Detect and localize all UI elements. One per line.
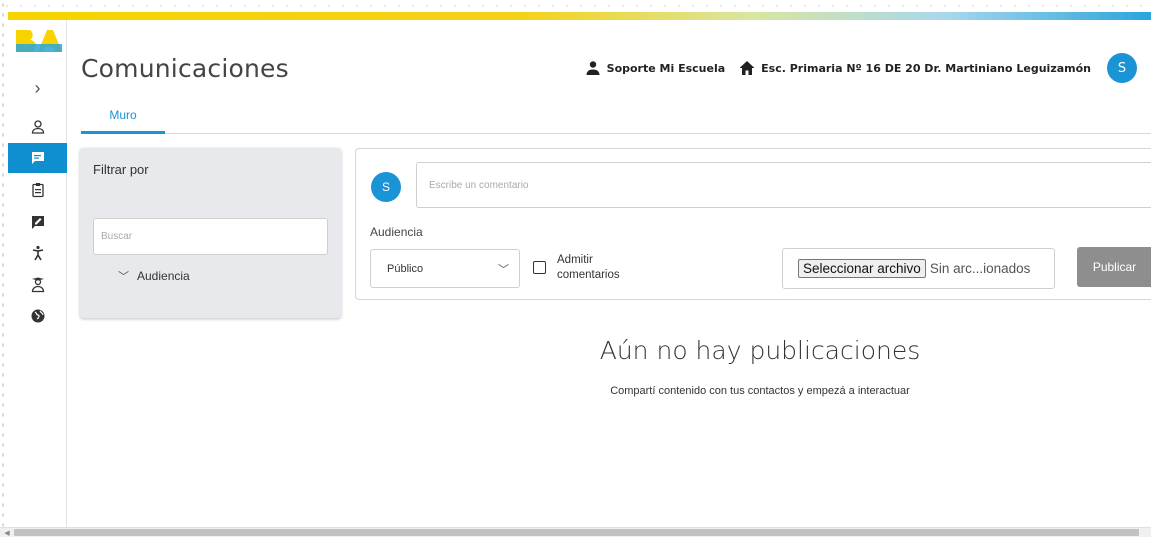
page-title: Comunicaciones xyxy=(81,54,289,83)
user-name: Soporte Mi Escuela xyxy=(606,61,726,75)
chevron-down-icon: ﹀ xyxy=(498,263,509,276)
select-file-button[interactable]: Seleccionar archivo xyxy=(798,259,926,278)
scrollbar-thumb[interactable] xyxy=(14,529,1139,536)
scroll-left-icon[interactable]: ◀ xyxy=(2,528,12,537)
student-icon xyxy=(31,277,44,293)
file-status: Sin arc...ionados xyxy=(929,261,1031,276)
school-name: Esc. Primaria Nº 16 DE 20 Dr. Martiniano… xyxy=(761,61,1091,75)
ba-logo-icon xyxy=(16,30,62,52)
audience-select[interactable]: Público ﹀ xyxy=(370,249,520,288)
activity-person-icon xyxy=(32,245,43,261)
search-input[interactable] xyxy=(93,218,328,255)
chat-icon xyxy=(31,152,44,164)
audience-label: Audiencia xyxy=(370,225,423,239)
sidebar: › xyxy=(8,20,67,527)
ba-logo[interactable] xyxy=(14,26,66,56)
file-picker: Seleccionar archivo Sin arc...ionados xyxy=(782,248,1055,289)
filter-title: Filtrar por xyxy=(93,162,149,177)
audience-select-value: Público xyxy=(387,262,424,275)
sidebar-item-feedback[interactable] xyxy=(8,207,67,237)
comment-input[interactable] xyxy=(416,162,1151,208)
sidebar-item-tareas[interactable] xyxy=(8,175,67,205)
clipboard-icon xyxy=(31,183,44,198)
allow-comments-label: Admitir comentarios xyxy=(557,254,620,281)
feedback-icon xyxy=(31,216,44,229)
filter-panel: Filtrar por ﹀ Audiencia xyxy=(80,148,341,318)
sidebar-item-comunicaciones[interactable] xyxy=(8,143,67,173)
composer-avatar: S xyxy=(371,172,401,202)
user-icon xyxy=(586,61,600,75)
chevron-right-icon: › xyxy=(34,77,41,98)
horizontal-scrollbar[interactable]: ◀ xyxy=(0,527,1151,537)
avatar-initial: S xyxy=(1117,60,1127,76)
publish-button[interactable]: Publicar xyxy=(1077,247,1151,287)
audience-filter-toggle[interactable]: ﹀ Audiencia xyxy=(118,268,190,284)
user-avatar[interactable]: S xyxy=(1107,53,1137,83)
empty-state-title: Aún no hay publicaciones xyxy=(599,336,921,365)
tab-muro-label: Muro xyxy=(109,107,137,122)
allow-comments-option: Admitir comentarios xyxy=(533,253,637,283)
sidebar-item-profile[interactable] xyxy=(8,112,67,142)
chevron-down-icon: ﹀ xyxy=(118,271,129,283)
sidebar-item-actividades[interactable] xyxy=(8,238,67,268)
post-composer: S Audiencia Público ﹀ Admitir comentario… xyxy=(355,148,1151,300)
sidebar-expand-button[interactable]: › xyxy=(8,76,67,100)
sidebar-item-alumnos[interactable] xyxy=(8,270,67,300)
page-edge-top xyxy=(0,0,1151,12)
empty-state-subtitle: Compartí contenido con tus contactos y e… xyxy=(610,385,910,397)
composer-avatar-initial: S xyxy=(381,180,390,194)
header-user-info: Soporte Mi Escuela Esc. Primaria Nº 16 D… xyxy=(585,53,1137,83)
page-edge-left xyxy=(0,0,6,537)
allow-comments-checkbox[interactable] xyxy=(533,261,546,274)
home-icon xyxy=(739,61,755,75)
tab-bar: Muro xyxy=(81,98,1151,134)
person-outline-icon xyxy=(31,120,44,134)
tab-muro[interactable]: Muro xyxy=(81,98,165,134)
brand-gradient-bar xyxy=(8,12,1151,20)
globe-icon xyxy=(31,309,44,323)
sidebar-item-global[interactable] xyxy=(8,301,67,331)
audience-filter-label: Audiencia xyxy=(137,269,190,283)
